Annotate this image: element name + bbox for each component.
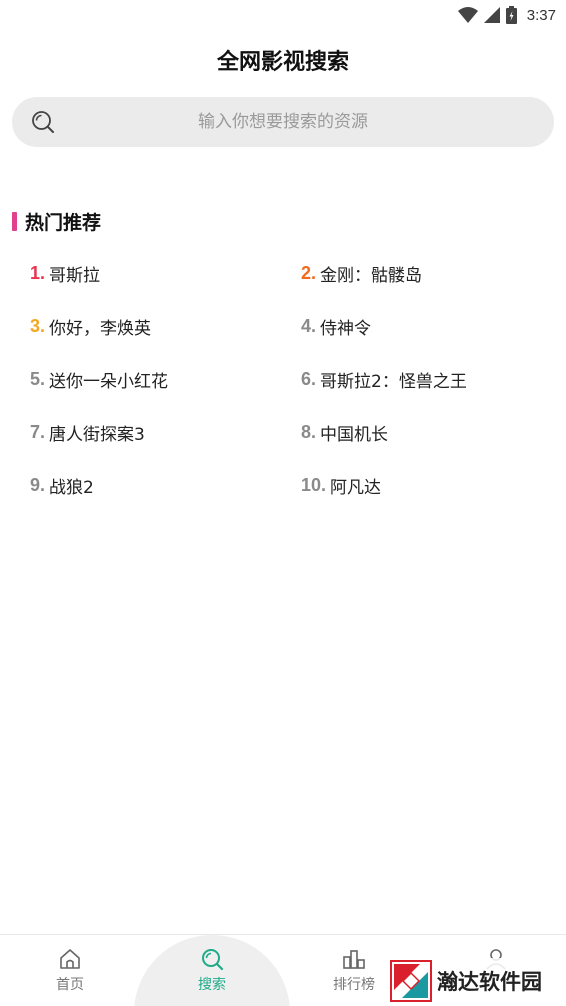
hot-rank: 8. — [301, 421, 317, 442]
hot-title: 你好，李焕英 — [49, 318, 152, 339]
hot-rank: 9. — [30, 474, 46, 495]
hot-rank: 6. — [301, 368, 317, 389]
hot-title: 哥斯拉 — [49, 265, 101, 286]
hot-item[interactable]: 6. 哥斯拉2：怪兽之王 — [301, 359, 467, 399]
hot-title: 战狼2 — [49, 477, 94, 498]
hot-item[interactable]: 10. 阿凡达 — [301, 465, 381, 505]
hot-item[interactable]: 3. 你好，李焕英 — [30, 306, 151, 346]
hot-rank: 5. — [30, 368, 46, 389]
watermark-logo-icon — [390, 960, 432, 1002]
nav-search-label: 搜索 — [198, 977, 226, 993]
search-bar[interactable] — [12, 97, 554, 147]
section-header: 热门推荐 — [12, 208, 101, 234]
nav-home-label: 首页 — [56, 977, 84, 993]
status-time: 3:37 — [526, 6, 556, 24]
hot-rank: 7. — [30, 421, 46, 442]
nav-search[interactable]: 搜索 — [152, 935, 272, 1006]
section-title: 热门推荐 — [25, 211, 102, 234]
wifi-icon — [457, 7, 478, 23]
status-bar: 3:37 — [0, 0, 566, 30]
hot-rank: 3. — [30, 315, 46, 336]
watermark-text: 瀚达软件园 — [437, 969, 542, 994]
hot-title: 送你一朵小红花 — [49, 371, 169, 392]
page-title: 全网影视搜索 — [216, 50, 349, 75]
status-icons: 3:37 — [457, 4, 556, 26]
battery-icon — [505, 6, 517, 24]
hot-item[interactable]: 9. 战狼2 — [30, 465, 94, 505]
section-accent-bar — [12, 211, 17, 231]
hot-title: 金刚：骷髅岛 — [320, 265, 423, 286]
ranking-icon — [343, 950, 365, 969]
signal-icon — [483, 7, 500, 23]
hot-item[interactable]: 1. 哥斯拉 — [30, 253, 100, 293]
hot-title: 哥斯拉2：怪兽之王 — [320, 371, 467, 392]
search-input[interactable] — [72, 97, 494, 147]
hot-title: 唐人街探案3 — [49, 424, 145, 445]
nav-ranking-label: 排行榜 — [333, 977, 375, 993]
hot-item[interactable]: 2. 金刚：骷髅岛 — [301, 253, 422, 293]
hot-item[interactable]: 7. 唐人街探案3 — [30, 412, 145, 452]
hot-item[interactable]: 4. 侍神令 — [301, 306, 371, 346]
hot-title: 侍神令 — [320, 318, 372, 339]
hot-item[interactable]: 8. 中国机长 — [301, 412, 388, 452]
hot-title: 阿凡达 — [330, 477, 382, 498]
nav-home[interactable]: 首页 — [10, 935, 130, 1006]
hot-rank: 4. — [301, 315, 317, 336]
hot-rank: 2. — [301, 262, 317, 283]
watermark: 瀚达软件园 — [390, 958, 566, 1004]
home-icon — [60, 949, 80, 969]
search-icon — [32, 111, 54, 133]
hot-rank: 1. — [30, 262, 46, 283]
search-icon — [202, 949, 224, 971]
hot-rank: 10. — [301, 474, 327, 495]
hot-title: 中国机长 — [320, 424, 389, 445]
hot-item[interactable]: 5. 送你一朵小红花 — [30, 359, 168, 399]
